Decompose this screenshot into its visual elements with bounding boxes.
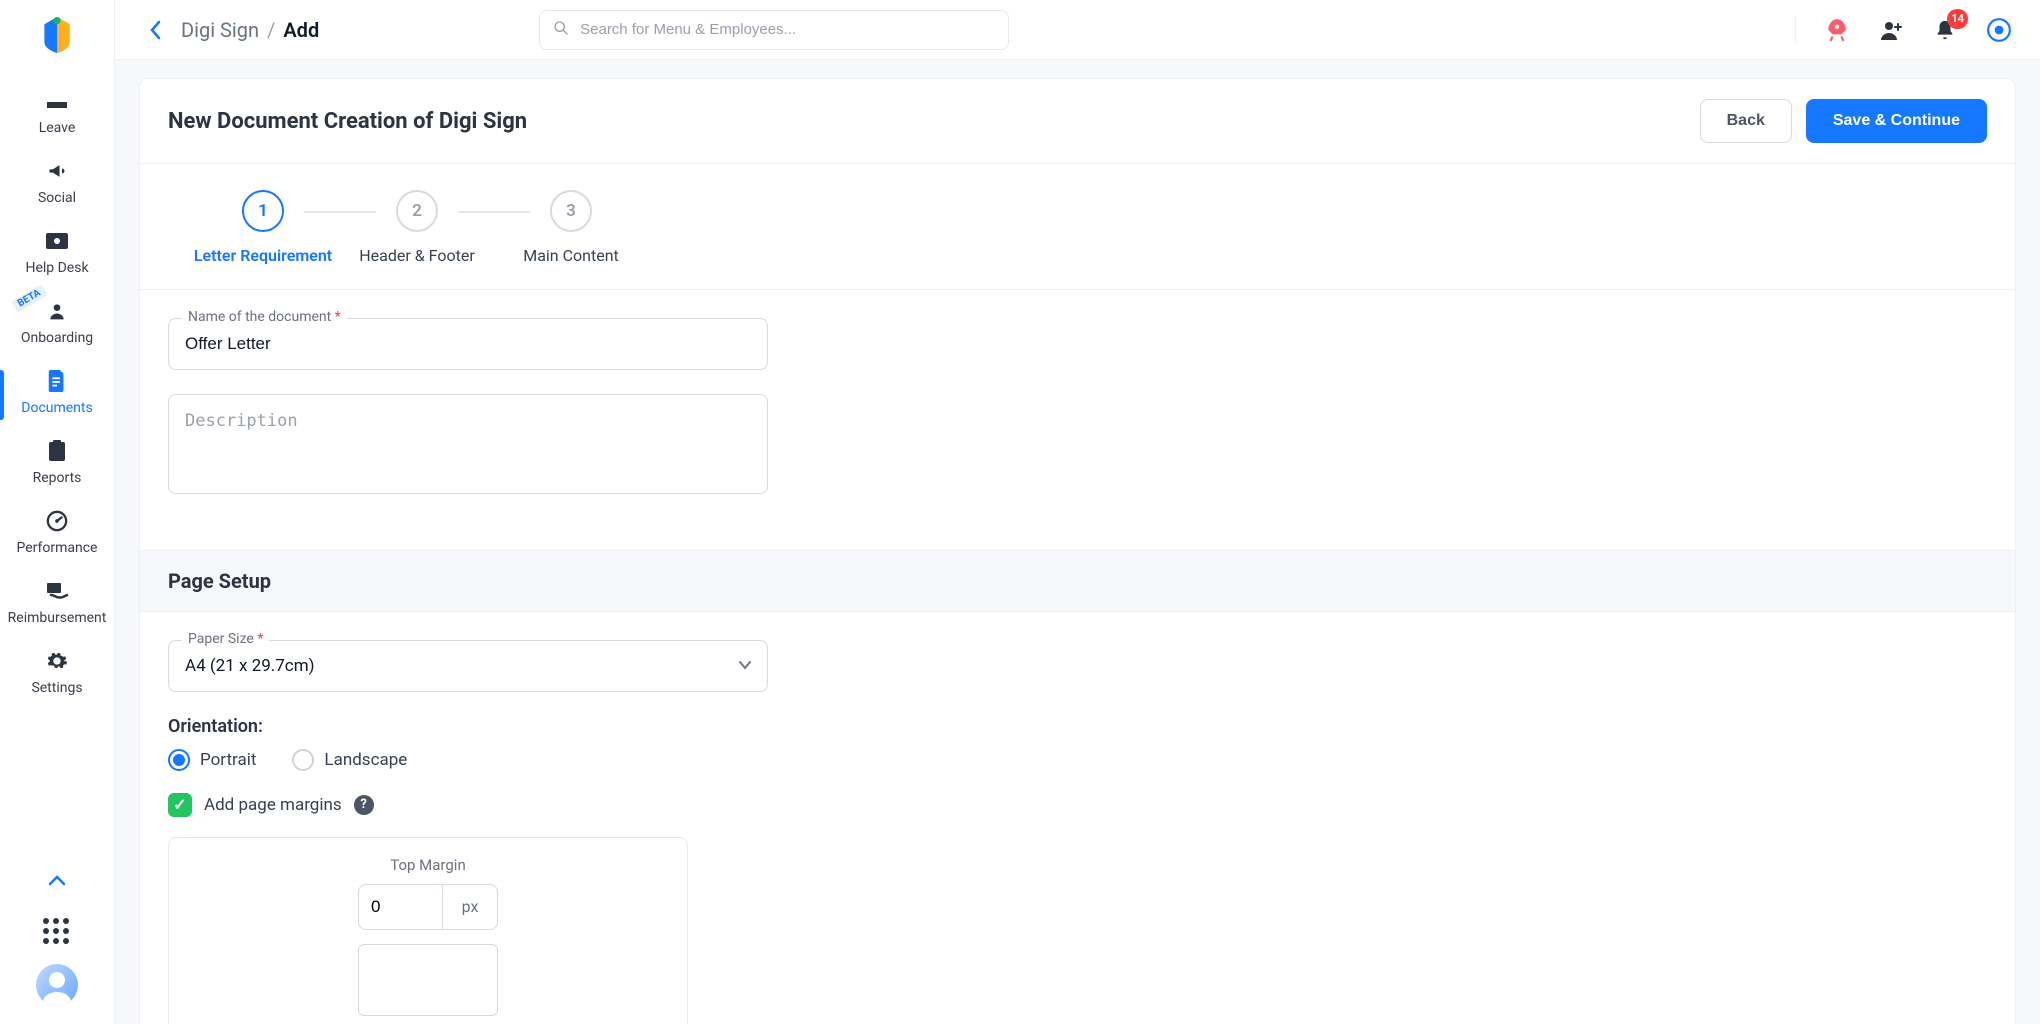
search-input[interactable] <box>539 10 1009 50</box>
back-button[interactable]: Back <box>1700 99 1792 143</box>
sidebar-item-documents[interactable]: Documents <box>0 360 114 430</box>
step-number: 1 <box>242 190 284 232</box>
sidebar-item-label: Settings <box>31 680 82 696</box>
ticket-icon <box>44 230 70 252</box>
margins-checkbox[interactable]: ✓ <box>168 793 192 817</box>
save-continue-button[interactable]: Save & Continue <box>1806 99 1987 143</box>
page-title: New Document Creation of Digi Sign <box>168 109 527 134</box>
sidebar-item-onboarding[interactable]: Onboarding <box>0 290 114 360</box>
breadcrumb: Digi Sign / Add <box>181 18 319 42</box>
radio-icon <box>168 749 190 771</box>
radio-label: Landscape <box>324 750 407 770</box>
breadcrumb-separator: / <box>267 18 275 42</box>
gear-icon <box>44 650 70 672</box>
back-chevron-icon[interactable] <box>143 18 167 42</box>
margins-label: Add page margins <box>204 795 342 815</box>
rocket-icon[interactable] <box>1824 17 1850 43</box>
sidebar-item-label: Social <box>38 190 76 206</box>
add-user-icon[interactable] <box>1878 17 1904 43</box>
sidebar-item-leave[interactable]: ▬ Leave <box>0 80 114 150</box>
orientation-label: Orientation: <box>168 716 1987 737</box>
chevron-down-icon <box>738 658 752 674</box>
step-label: Main Content <box>523 246 619 267</box>
help-icon[interactable]: ? <box>354 795 374 815</box>
chat-icon[interactable] <box>1986 17 2012 43</box>
radio-label: Portrait <box>200 750 256 770</box>
money-hand-icon <box>44 580 70 602</box>
step-number: 3 <box>550 190 592 232</box>
field-label: Name of the document * <box>182 309 347 325</box>
sidebar-item-reports[interactable]: Reports <box>0 430 114 500</box>
breadcrumb-parent[interactable]: Digi Sign <box>181 18 259 42</box>
main-card: New Document Creation of Digi Sign Back … <box>139 78 2016 1024</box>
sidebar-item-label: Leave <box>39 120 76 136</box>
divider <box>1795 16 1796 44</box>
megaphone-icon <box>44 160 70 182</box>
content-area[interactable]: New Document Creation of Digi Sign Back … <box>115 60 2040 1024</box>
select-value: A4 (21 x 29.7cm) <box>185 656 315 676</box>
top-margin-input[interactable] <box>358 884 442 930</box>
search-icon <box>553 20 569 40</box>
breadcrumb-current: Add <box>283 18 319 42</box>
app-logo[interactable] <box>38 14 76 56</box>
sidebar-item-settings[interactable]: Settings <box>0 640 114 710</box>
sidebar-item-label: Performance <box>17 540 98 556</box>
page-setup-title: Page Setup <box>140 550 2015 612</box>
sidebar-item-label: Help Desk <box>25 260 88 276</box>
document-name-input[interactable] <box>168 318 768 370</box>
page-preview-shape <box>358 944 498 1016</box>
person-icon <box>44 300 70 322</box>
sidebar: ▬ Leave Social Help Desk Onboarding Do <box>0 0 115 1024</box>
paper-size-select[interactable]: A4 (21 x 29.7cm) <box>168 640 768 692</box>
step-label: Header & Footer <box>359 246 475 267</box>
clipboard-icon <box>44 440 70 462</box>
document-icon <box>44 370 70 392</box>
minus-icon: ▬ <box>44 90 70 112</box>
sidebar-item-label: Reimbursement <box>8 610 107 626</box>
sidebar-item-label: Documents <box>21 400 92 416</box>
step-number: 2 <box>396 190 438 232</box>
topbar: Digi Sign / Add 14 <box>115 0 2040 60</box>
document-name-field: Name of the document * <box>168 318 768 370</box>
collapse-sidebar-icon[interactable] <box>40 863 74 900</box>
sidebar-item-performance[interactable]: Performance <box>0 500 114 570</box>
margin-preview-box: Top Margin px Left Margin Right Margin <box>168 837 688 1024</box>
stepper: 1 Letter Requirement 2 Header & Footer 3… <box>140 163 2015 290</box>
field-label: Paper Size * <box>182 631 269 647</box>
user-avatar[interactable] <box>36 964 78 1006</box>
sidebar-item-label: Reports <box>33 470 82 486</box>
sidebar-item-social[interactable]: Social <box>0 150 114 220</box>
main: Digi Sign / Add 14 <box>115 0 2040 1024</box>
margin-unit: px <box>442 884 498 930</box>
radio-icon <box>292 749 314 771</box>
step-3[interactable]: 3 Main Content <box>476 190 666 267</box>
step-label: Letter Requirement <box>194 246 332 267</box>
description-field <box>168 394 768 498</box>
orientation-landscape-radio[interactable]: Landscape <box>292 749 407 771</box>
gauge-icon <box>44 510 70 532</box>
top-margin-label: Top Margin <box>390 856 465 874</box>
orientation-portrait-radio[interactable]: Portrait <box>168 749 256 771</box>
notification-bell-icon[interactable]: 14 <box>1932 17 1958 43</box>
description-input[interactable] <box>168 394 768 494</box>
notification-badge: 14 <box>1947 9 1968 29</box>
app-grid-button[interactable] <box>43 918 71 946</box>
sidebar-item-label: Onboarding <box>21 330 93 346</box>
sidebar-item-helpdesk[interactable]: Help Desk <box>0 220 114 290</box>
paper-size-field: Paper Size * A4 (21 x 29.7cm) <box>168 640 768 692</box>
sidebar-item-reimbursement[interactable]: Reimbursement <box>0 570 114 640</box>
